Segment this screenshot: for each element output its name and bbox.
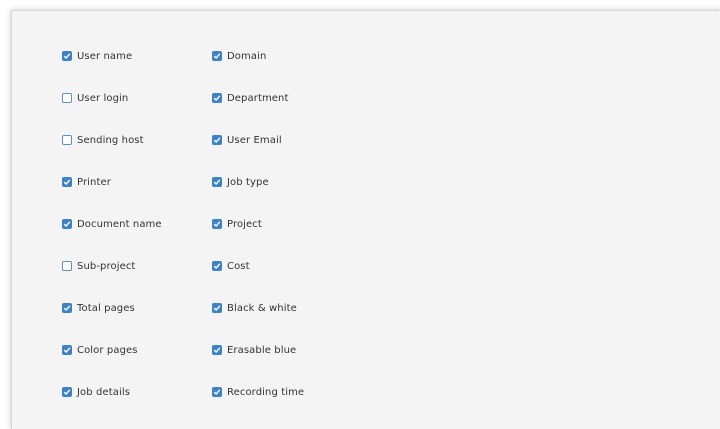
checkbox[interactable] bbox=[212, 219, 222, 229]
checkmark-icon bbox=[63, 179, 71, 186]
checkmark-icon bbox=[63, 53, 71, 60]
option-label: Department bbox=[227, 92, 289, 104]
checkbox[interactable] bbox=[62, 135, 72, 145]
option-job-type[interactable]: Job type bbox=[212, 161, 304, 203]
checkmark-icon bbox=[213, 389, 221, 396]
checkbox[interactable] bbox=[62, 303, 72, 313]
option-label: Sub-project bbox=[77, 260, 136, 272]
checkmark-icon bbox=[213, 95, 221, 102]
option-label: Document name bbox=[77, 218, 162, 230]
checkbox[interactable] bbox=[212, 177, 222, 187]
checkbox[interactable] bbox=[212, 51, 222, 61]
option-erasable-blue[interactable]: Erasable blue bbox=[212, 329, 304, 371]
option-printer[interactable]: Printer bbox=[62, 161, 162, 203]
checkmark-icon bbox=[213, 137, 221, 144]
checkmark-icon bbox=[213, 305, 221, 312]
checkbox[interactable] bbox=[62, 177, 72, 187]
option-document-name[interactable]: Document name bbox=[62, 203, 162, 245]
option-color-pages[interactable]: Color pages bbox=[62, 329, 162, 371]
checkbox[interactable] bbox=[62, 51, 72, 61]
option-project[interactable]: Project bbox=[212, 203, 304, 245]
checkmark-icon bbox=[213, 53, 221, 60]
checkmark-icon bbox=[213, 263, 221, 270]
option-label: User name bbox=[77, 50, 133, 62]
column-options-panel: User name User login Sending host Printe… bbox=[11, 10, 720, 429]
option-label: User Email bbox=[227, 134, 282, 146]
option-cost[interactable]: Cost bbox=[212, 245, 304, 287]
checkbox[interactable] bbox=[62, 219, 72, 229]
checkbox[interactable] bbox=[62, 93, 72, 103]
option-label: Job type bbox=[227, 176, 269, 188]
option-label: Sending host bbox=[77, 134, 144, 146]
option-label: Cost bbox=[227, 260, 250, 272]
left-checkbox-column: User name User login Sending host Printe… bbox=[62, 35, 162, 413]
checkbox[interactable] bbox=[212, 345, 222, 355]
right-checkbox-column: Domain Department User Email Job type Pr… bbox=[212, 35, 304, 413]
option-domain[interactable]: Domain bbox=[212, 35, 304, 77]
option-label: Color pages bbox=[77, 344, 138, 356]
checkmark-icon bbox=[63, 221, 71, 228]
option-job-details[interactable]: Job details bbox=[62, 371, 162, 413]
checkmark-icon bbox=[63, 389, 71, 396]
checkbox[interactable] bbox=[212, 93, 222, 103]
option-label: Recording time bbox=[227, 386, 305, 398]
checkbox[interactable] bbox=[212, 303, 222, 313]
option-black-and-white[interactable]: Black & white bbox=[212, 287, 304, 329]
option-label: Job details bbox=[77, 386, 131, 398]
checkmark-icon bbox=[213, 179, 221, 186]
option-label: Erasable blue bbox=[227, 344, 297, 356]
checkbox[interactable] bbox=[62, 387, 72, 397]
option-total-pages[interactable]: Total pages bbox=[62, 287, 162, 329]
option-label: Black & white bbox=[227, 302, 297, 314]
option-label: Domain bbox=[227, 50, 267, 62]
checkbox[interactable] bbox=[212, 135, 222, 145]
option-label: Printer bbox=[77, 176, 111, 188]
option-recording-time[interactable]: Recording time bbox=[212, 371, 304, 413]
option-department[interactable]: Department bbox=[212, 77, 304, 119]
checkmark-icon bbox=[213, 221, 221, 228]
checkmark-icon bbox=[63, 347, 71, 354]
option-label: Project bbox=[227, 218, 262, 230]
option-label: User login bbox=[77, 92, 129, 104]
checkmark-icon bbox=[63, 305, 71, 312]
option-label: Total pages bbox=[77, 302, 135, 314]
checkbox[interactable] bbox=[62, 345, 72, 355]
option-sub-project[interactable]: Sub-project bbox=[62, 245, 162, 287]
option-user-login[interactable]: User login bbox=[62, 77, 162, 119]
option-sending-host[interactable]: Sending host bbox=[62, 119, 162, 161]
option-user-email[interactable]: User Email bbox=[212, 119, 304, 161]
option-user-name[interactable]: User name bbox=[62, 35, 162, 77]
checkbox[interactable] bbox=[212, 261, 222, 271]
checkbox[interactable] bbox=[62, 261, 72, 271]
checkbox[interactable] bbox=[212, 387, 222, 397]
checkmark-icon bbox=[213, 347, 221, 354]
